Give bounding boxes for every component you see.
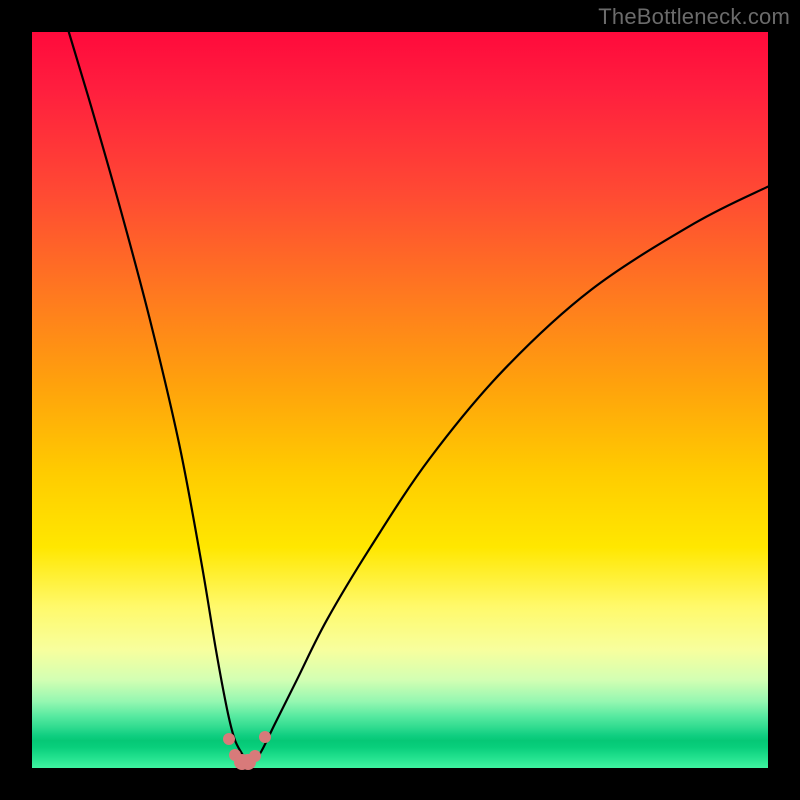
watermark-text: TheBottleneck.com: [598, 4, 790, 30]
valley-marker: [259, 731, 271, 743]
plot-area: [32, 32, 768, 768]
valley-marker: [223, 733, 235, 745]
chart-frame: TheBottleneck.com: [0, 0, 800, 800]
bottleneck-curve: [32, 32, 768, 768]
curve-right-branch: [249, 187, 768, 765]
curve-left-branch: [69, 32, 249, 764]
